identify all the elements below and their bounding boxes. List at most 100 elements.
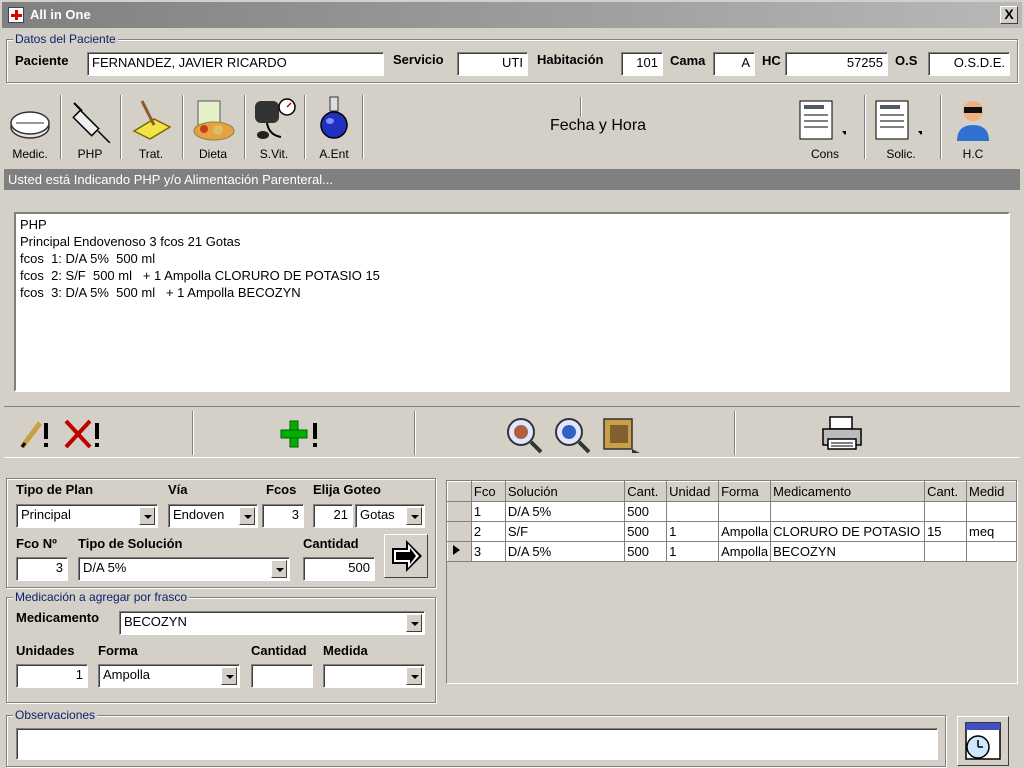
pencil-icon [20, 421, 48, 449]
grid-cell[interactable] [666, 501, 720, 522]
os-field[interactable]: O.S.D.E. [928, 52, 1010, 76]
chevron-down-icon[interactable] [271, 560, 287, 578]
action-toolbar [4, 406, 1020, 458]
grid-header[interactable]: Medid [966, 481, 1017, 502]
search-button-2[interactable] [552, 415, 592, 455]
grid-cell[interactable]: 500 [624, 541, 668, 562]
trat-label: Trat. [138, 147, 164, 161]
grid-cell[interactable]: 2 [471, 521, 506, 542]
grid-cell[interactable]: Ampolla [718, 541, 772, 562]
table-row[interactable]: 2 S/F 500 1 Ampolla CLORURO DE POTASIO 1… [447, 521, 1017, 542]
chevron-down-icon[interactable] [139, 507, 155, 525]
add-button[interactable] [280, 417, 326, 451]
unidades-field[interactable]: 1 [16, 664, 88, 688]
close-button[interactable]: X [1000, 6, 1018, 24]
grid-header[interactable]: Solución [504, 481, 626, 502]
grid-cell[interactable]: 3 [471, 541, 506, 562]
medicamento-select[interactable]: BECOZYN [119, 611, 425, 635]
solic-button[interactable]: Solic. [868, 93, 934, 163]
grid-cell[interactable] [770, 501, 926, 522]
folder-button[interactable] [600, 413, 642, 455]
chevron-down-icon[interactable] [406, 507, 422, 525]
grid-cell[interactable]: D/A 5% [505, 541, 626, 562]
table-row[interactable]: 1 D/A 5% 500 [447, 501, 1017, 522]
cama-field[interactable]: A [713, 52, 755, 76]
frascos-grid[interactable]: Fco Solución Cant. Unidad Forma Medicame… [446, 480, 1018, 684]
printer-icon [822, 416, 862, 450]
trat-button[interactable]: Trat. [124, 93, 178, 163]
row-indicator[interactable] [447, 521, 472, 542]
tipo-solucion-value: D/A 5% [83, 560, 127, 575]
cons-button[interactable]: Cons [792, 93, 858, 163]
indication-memo[interactable]: PHP Principal Endovenoso 3 fcos 21 Gotas f… [14, 212, 1010, 392]
aent-button[interactable]: A.Ent [308, 93, 360, 163]
current-row-icon [453, 545, 460, 555]
observaciones-legend: Observaciones [13, 708, 98, 722]
via-select[interactable]: Endoven [168, 504, 258, 528]
chevron-down-icon[interactable] [221, 667, 237, 685]
table-row[interactable]: 3 D/A 5% 500 1 Ampolla BECOZYN [447, 541, 1017, 562]
pill-icon [10, 111, 50, 139]
grid-header[interactable]: Cant. [924, 481, 967, 502]
dieta-button[interactable]: Dieta [186, 93, 240, 163]
grid-cell[interactable]: D/A 5% [505, 501, 626, 522]
grid-cell[interactable] [718, 501, 772, 522]
grid-cell[interactable]: 500 [624, 501, 668, 522]
hc-field[interactable]: 57255 [785, 52, 888, 76]
cantidad-field[interactable]: 500 [303, 557, 375, 581]
grid-cell[interactable] [924, 541, 967, 562]
tipo-plan-select[interactable]: Principal [16, 504, 158, 528]
grid-cell[interactable]: 1 [666, 521, 720, 542]
med-cantidad-field[interactable] [251, 664, 313, 688]
print-button[interactable] [820, 415, 864, 453]
fco-no-field[interactable]: 3 [16, 557, 68, 581]
medida-select[interactable] [323, 664, 425, 688]
grid-header[interactable]: Forma [718, 481, 772, 502]
grid-cell[interactable]: 1 [471, 501, 506, 522]
grid-cell[interactable]: CLORURO DE POTASIO [770, 521, 926, 542]
grid-cell[interactable]: S/F [505, 521, 626, 542]
grid-cell[interactable]: Ampolla [718, 521, 772, 542]
grid-header[interactable]: Cant. [624, 481, 668, 502]
row-indicator[interactable] [447, 501, 472, 522]
add-row-button[interactable] [384, 534, 428, 578]
goteo-field[interactable]: 21 [313, 504, 353, 528]
hc-button[interactable]: H.C [944, 93, 1002, 163]
delete-button[interactable] [62, 415, 106, 451]
chevron-down-icon[interactable] [406, 614, 422, 632]
paciente-field[interactable]: FERNANDEZ, JAVIER RICARDO [87, 52, 384, 76]
search-button-1[interactable] [504, 415, 544, 455]
calendar-clock-button[interactable] [957, 716, 1009, 766]
habitacion-field[interactable]: 101 [621, 52, 663, 76]
grid-cell[interactable]: 15 [924, 521, 967, 542]
document-icon [875, 100, 922, 140]
grid-header[interactable]: Medicamento [770, 481, 926, 502]
title-bar: All in One X [2, 2, 1022, 28]
php-button[interactable]: PHP [64, 93, 116, 163]
forma-select[interactable]: Ampolla [98, 664, 240, 688]
grid-cell[interactable]: 1 [666, 541, 720, 562]
fcos-field[interactable]: 3 [262, 504, 304, 528]
grid-cell[interactable]: 500 [624, 521, 668, 542]
row-indicator[interactable] [447, 541, 472, 562]
chevron-down-icon[interactable] [406, 667, 422, 685]
observaciones-field[interactable] [16, 728, 938, 760]
grid-cell[interactable]: meq [966, 521, 1017, 542]
servicio-field[interactable]: UTI [457, 52, 528, 76]
blood-pressure-icon [255, 98, 296, 139]
toolbar-separator [60, 95, 62, 159]
svit-button[interactable]: S.Vit. [248, 93, 300, 163]
toolbar-separator [304, 95, 306, 159]
grid-cell[interactable]: BECOZYN [770, 541, 926, 562]
goteo-unit-select[interactable]: Gotas [355, 504, 425, 528]
toolbar-separator [362, 95, 364, 159]
grid-header[interactable]: Fco [470, 481, 506, 502]
tipo-solucion-select[interactable]: D/A 5% [78, 557, 290, 581]
grid-cell[interactable] [966, 541, 1017, 562]
grid-header[interactable]: Unidad [666, 481, 720, 502]
grid-cell[interactable] [966, 501, 1017, 522]
grid-cell[interactable] [924, 501, 967, 522]
chevron-down-icon[interactable] [239, 507, 255, 525]
edit-button[interactable] [18, 415, 52, 451]
medic-button[interactable]: Medic. [4, 93, 56, 163]
